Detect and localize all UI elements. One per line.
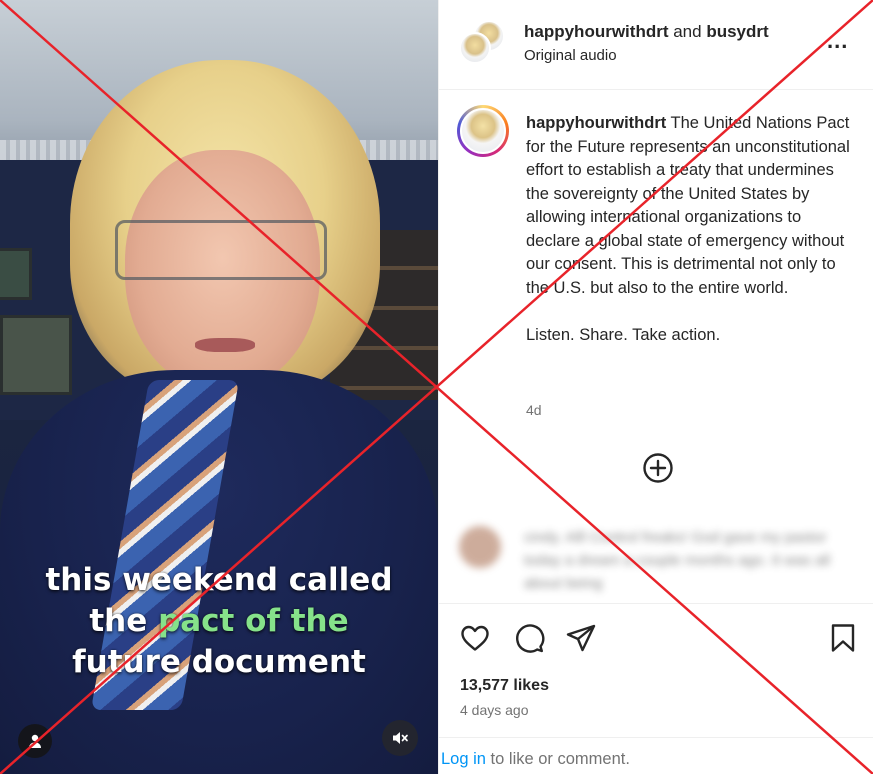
paper-plane-icon[interactable] (565, 622, 597, 654)
username-link[interactable]: happyhourwithdrt (524, 22, 668, 41)
action-bar (439, 603, 873, 671)
comment-bubble-icon[interactable] (513, 622, 545, 654)
video-caption-line-2: the pact of the (89, 603, 349, 639)
plus-circle-icon[interactable] (642, 452, 674, 484)
and-text: and (673, 22, 702, 41)
tagged-users-button[interactable] (18, 724, 52, 758)
wall-painting (0, 315, 72, 395)
speaker-mouth (195, 338, 255, 352)
caption-timestamp[interactable]: 4d (526, 402, 542, 418)
speaker-glasses (115, 220, 327, 280)
speaker-muted-icon (393, 732, 408, 744)
login-link[interactable]: Log in (441, 750, 486, 768)
caption-username[interactable]: happyhourwithdrt (526, 114, 666, 132)
video-caption-line-1: this weekend called (45, 562, 393, 598)
bookmark-icon[interactable] (827, 622, 859, 654)
comment-text: cindy. Alll Control freaks! God gave my … (524, 529, 831, 592)
video-caption-line-3: future document (72, 644, 366, 680)
blurred-comment-preview: cindy. Alll Control freaks! God gave my … (457, 518, 857, 600)
username-link[interactable]: busydrt (706, 22, 768, 41)
reel-video[interactable]: this weekend called the pact of the futu… (0, 0, 438, 774)
post-caption: happyhourwithdrt The United Nations Pact… (526, 112, 856, 347)
caption-cta: Listen. Share. Take action. (526, 325, 721, 344)
login-prompt-text: to like or comment. (485, 750, 630, 768)
likes-count[interactable]: 13,577 likes (460, 677, 549, 695)
avatar (460, 108, 506, 154)
more-options-icon[interactable]: ... (827, 28, 848, 54)
person-icon (29, 734, 41, 748)
author-avatar-story-ring[interactable] (457, 105, 509, 157)
login-prompt: Log in to like or comment. (439, 737, 873, 774)
wall-picture (0, 248, 32, 300)
audio-link[interactable]: Original audio (524, 47, 617, 64)
post-panel: happyhourwithdrt and busydrt Original au… (438, 0, 873, 774)
collab-usernames: happyhourwithdrt and busydrt (524, 22, 769, 42)
avatar (459, 32, 491, 64)
mute-toggle-button[interactable] (382, 720, 418, 756)
post-header: happyhourwithdrt and busydrt Original au… (439, 0, 873, 90)
avatar (459, 526, 501, 568)
caption-body: The United Nations Pact for the Future r… (526, 114, 850, 297)
post-date: 4 days ago (460, 702, 529, 718)
collab-avatars[interactable] (459, 20, 505, 66)
heart-icon[interactable] (459, 622, 491, 654)
